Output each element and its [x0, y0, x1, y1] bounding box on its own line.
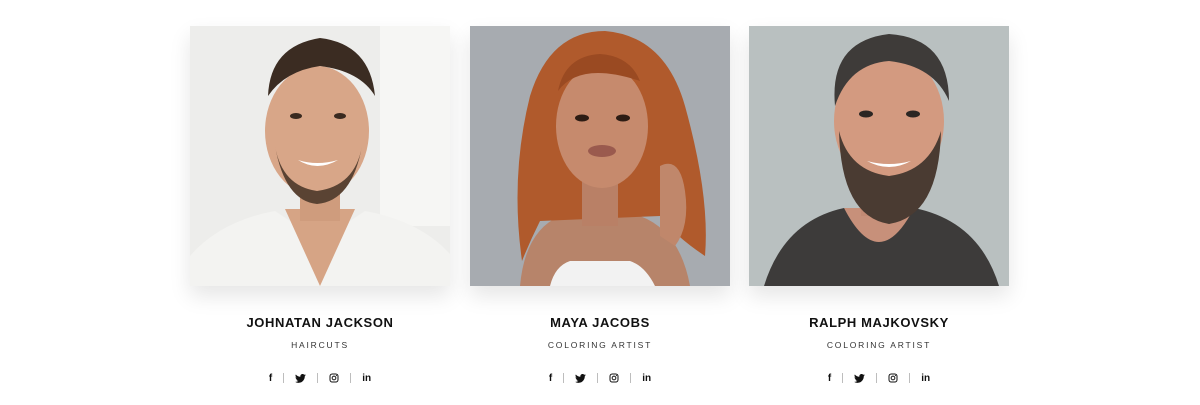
social-links: f in [749, 371, 1009, 385]
linkedin-icon[interactable]: in [631, 371, 662, 385]
twitter-icon[interactable] [564, 371, 597, 385]
instagram-icon[interactable] [598, 371, 630, 385]
portrait-woman-red-hair [470, 26, 730, 286]
team-member-role: HAIRCUTS [291, 340, 349, 350]
instagram-icon[interactable] [318, 371, 350, 385]
facebook-icon[interactable]: f [538, 371, 563, 385]
team-member-photo [190, 26, 450, 286]
instagram-icon[interactable] [877, 371, 909, 385]
twitter-icon[interactable] [284, 371, 317, 385]
team-member-name: JOHNATAN JACKSON [246, 315, 394, 330]
facebook-icon[interactable]: f [817, 371, 842, 385]
portrait-man-beard [749, 26, 1009, 286]
linkedin-icon[interactable]: in [351, 371, 382, 385]
portrait-man-white-shirt [190, 26, 450, 286]
team-member-card: MAYA JACOBS COLORING ARTIST f in [470, 26, 730, 396]
twitter-icon[interactable] [843, 371, 876, 385]
team-member-name: RALPH MAJKOVSKY [809, 315, 949, 330]
social-links: f in [190, 371, 450, 385]
team-member-photo [470, 26, 730, 286]
team-member-name: MAYA JACOBS [550, 315, 650, 330]
team-member-card: RALPH MAJKOVSKY COLORING ARTIST f in [749, 26, 1009, 396]
team-member-role: COLORING ARTIST [826, 340, 932, 350]
team-member-role: COLORING ARTIST [547, 340, 653, 350]
team-section: JOHNATAN JACKSON HAIRCUTS f in MAYA JACO… [190, 26, 1010, 396]
team-member-card: JOHNATAN JACKSON HAIRCUTS f in [190, 26, 450, 396]
team-member-photo [749, 26, 1009, 286]
linkedin-icon[interactable]: in [910, 371, 941, 385]
social-links: f in [470, 371, 730, 385]
facebook-icon[interactable]: f [258, 371, 283, 385]
